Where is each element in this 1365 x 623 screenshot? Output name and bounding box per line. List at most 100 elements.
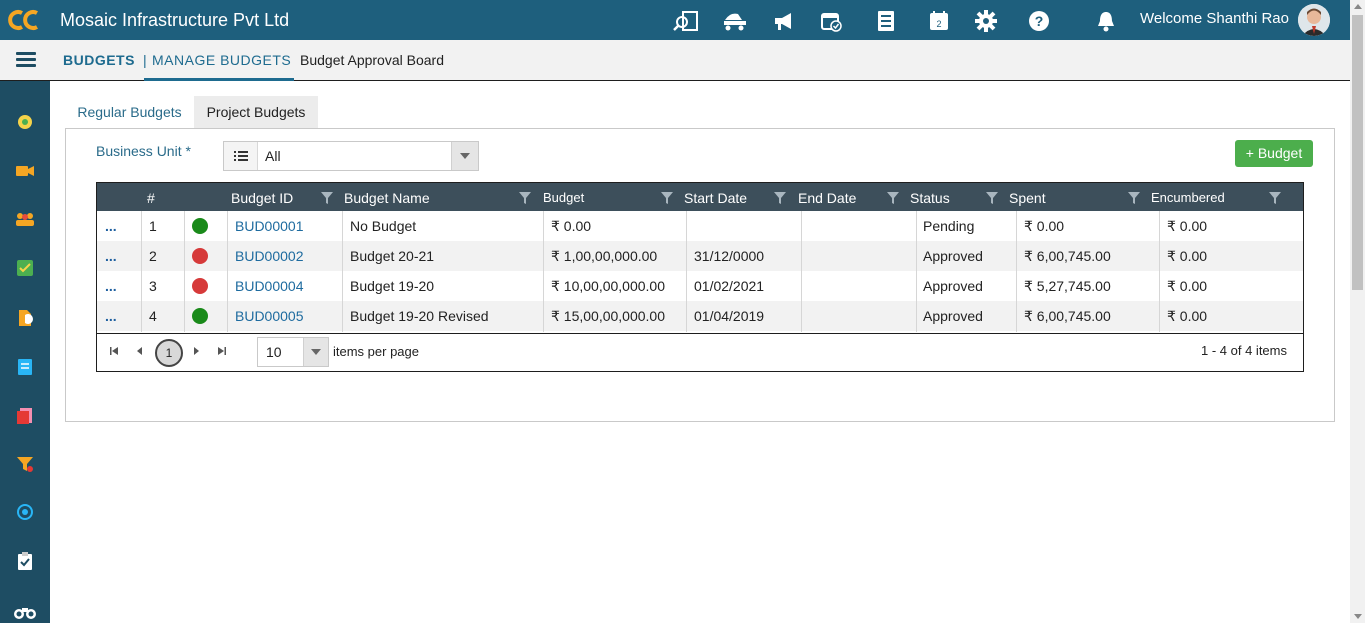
page-size-value: 10: [266, 344, 282, 360]
filter-start-date-icon[interactable]: [774, 192, 786, 204]
table-row[interactable]: ... 1 BUD00001 No Budget ₹ 0.00 Pending …: [97, 211, 1303, 241]
table-row[interactable]: ... 3 BUD00004 Budget 19-20 ₹ 10,00,00,0…: [97, 271, 1303, 301]
breadcrumb-separator: |: [143, 52, 147, 68]
tab-project-budgets[interactable]: Project Budgets: [194, 96, 318, 128]
start-date: 01/02/2021: [694, 278, 765, 294]
row-actions-menu[interactable]: ...: [105, 241, 117, 271]
row-number: 2: [149, 248, 157, 264]
table-row[interactable]: ... 2 BUD00002 Budget 20-21 ₹ 1,00,00,00…: [97, 241, 1303, 271]
breadcrumb-manage-budgets[interactable]: MANAGE BUDGETS: [152, 52, 291, 68]
budget-id-link[interactable]: BUD00005: [235, 301, 304, 331]
filter-icon[interactable]: [14, 453, 36, 475]
budget-name: No Budget: [350, 218, 417, 234]
truck-icon[interactable]: [722, 8, 748, 34]
business-unit-value: All: [265, 148, 281, 164]
last-page-icon[interactable]: [215, 344, 229, 358]
budget-id-link[interactable]: BUD00004: [235, 271, 304, 301]
gear-icon[interactable]: [973, 8, 999, 34]
dashboard-icon[interactable]: [14, 111, 36, 133]
scrollbar-thumb[interactable]: [1352, 15, 1363, 290]
budget-amount: ₹ 1,00,00,000.00: [551, 248, 658, 264]
column-divider: [227, 211, 228, 332]
status-text: Pending: [923, 218, 975, 234]
bell-icon[interactable]: [1093, 8, 1119, 34]
row-actions-menu[interactable]: ...: [105, 271, 117, 301]
budget-id-link[interactable]: BUD00001: [235, 211, 304, 241]
binoculars-icon[interactable]: [14, 601, 36, 623]
previous-page-icon[interactable]: [133, 344, 147, 358]
clipboard-icon[interactable]: [14, 550, 36, 572]
notes-icon[interactable]: [14, 356, 36, 378]
app-title: Mosaic Infrastructure Pvt Ltd: [60, 10, 290, 30]
calendar-check-icon[interactable]: [818, 8, 844, 34]
chevron-down-icon[interactable]: [451, 142, 478, 170]
pagination-info: 1 - 4 of 4 items: [1201, 343, 1287, 358]
breadcrumb-budget-approval-board[interactable]: Budget Approval Board: [300, 52, 444, 68]
documents-icon[interactable]: [14, 405, 36, 427]
breadcrumb-budgets[interactable]: BUDGETS: [63, 52, 135, 68]
active-breadcrumb-underline: [144, 78, 294, 81]
company-logo-icon[interactable]: [8, 8, 42, 32]
menu-icon[interactable]: [16, 52, 36, 68]
top-bar: Mosaic Infrastructure Pvt Ltd 2 ? Welcom…: [0, 0, 1350, 40]
calendar-icon[interactable]: 2: [926, 8, 952, 34]
status-text: Approved: [923, 308, 983, 324]
scroll-up-arrow-icon[interactable]: [1354, 4, 1362, 9]
vertical-scrollbar[interactable]: [1350, 0, 1365, 623]
column-header-budget[interactable]: Budget: [543, 183, 584, 211]
reports-icon[interactable]: [14, 307, 36, 329]
chevron-down-icon[interactable]: [303, 338, 328, 366]
filter-budget-id-icon[interactable]: [321, 192, 333, 204]
budget-id-link[interactable]: BUD00002: [235, 241, 304, 271]
checklist-icon[interactable]: [873, 8, 899, 34]
row-number: 3: [149, 278, 157, 294]
table-row[interactable]: ... 4 BUD00005 Budget 19-20 Revised ₹ 15…: [97, 301, 1303, 331]
first-page-icon[interactable]: [107, 344, 121, 358]
tasks-icon[interactable]: [14, 257, 36, 279]
filter-end-date-icon[interactable]: [887, 192, 899, 204]
column-divider: [184, 211, 185, 332]
help-icon[interactable]: ?: [1026, 8, 1052, 34]
current-page-button[interactable]: 1: [155, 339, 183, 367]
grid-header: # Budget ID Budget Name Budget Start Dat…: [97, 183, 1303, 211]
row-actions-menu[interactable]: ...: [105, 301, 117, 331]
column-header-encumbered[interactable]: Encumbered: [1151, 183, 1225, 211]
page-size-dropdown[interactable]: 10: [257, 337, 329, 367]
filter-encumbered-icon[interactable]: [1269, 192, 1281, 204]
filter-spent-icon[interactable]: [1128, 192, 1140, 204]
budget-amount: ₹ 15,00,00,000.00: [551, 308, 666, 324]
column-header-spent[interactable]: Spent: [1009, 183, 1046, 211]
add-budget-button[interactable]: + Budget: [1235, 140, 1313, 167]
start-date: 31/12/0000: [694, 248, 765, 264]
start-date: 01/04/2019: [694, 308, 765, 324]
tab-regular-budgets[interactable]: Regular Budgets: [65, 96, 194, 130]
filter-budget-icon[interactable]: [661, 192, 673, 204]
column-header-number[interactable]: #: [147, 183, 155, 211]
column-header-end-date[interactable]: End Date: [798, 183, 856, 211]
filter-status-icon[interactable]: [986, 192, 998, 204]
scroll-down-arrow-icon[interactable]: [1354, 614, 1362, 619]
video-icon[interactable]: [14, 160, 36, 182]
team-icon[interactable]: [14, 208, 36, 230]
status-indicator: [192, 308, 208, 324]
column-divider: [342, 211, 343, 332]
budget-grid: # Budget ID Budget Name Budget Start Dat…: [96, 182, 1304, 372]
search-document-icon[interactable]: [673, 8, 699, 34]
row-actions-menu[interactable]: ...: [105, 211, 117, 241]
column-header-budget-id[interactable]: Budget ID: [231, 183, 293, 211]
column-header-start-date[interactable]: Start Date: [684, 183, 747, 211]
user-avatar[interactable]: [1298, 4, 1330, 36]
spent-amount: ₹ 0.00: [1024, 218, 1065, 234]
filter-budget-name-icon[interactable]: [519, 192, 531, 204]
encumbered-amount: ₹ 0.00: [1167, 218, 1208, 234]
next-page-icon[interactable]: [189, 344, 203, 358]
target-icon[interactable]: [14, 501, 36, 523]
breadcrumb: BUDGETS | MANAGE BUDGETS Budget Approval…: [0, 40, 1350, 81]
spent-amount: ₹ 6,00,745.00: [1024, 308, 1111, 324]
budget-amount: ₹ 0.00: [551, 218, 592, 234]
column-header-budget-name[interactable]: Budget Name: [344, 183, 430, 211]
megaphone-icon[interactable]: [771, 8, 797, 34]
encumbered-amount: ₹ 0.00: [1167, 248, 1208, 264]
business-unit-dropdown[interactable]: All: [223, 141, 479, 171]
column-header-status[interactable]: Status: [910, 183, 950, 211]
